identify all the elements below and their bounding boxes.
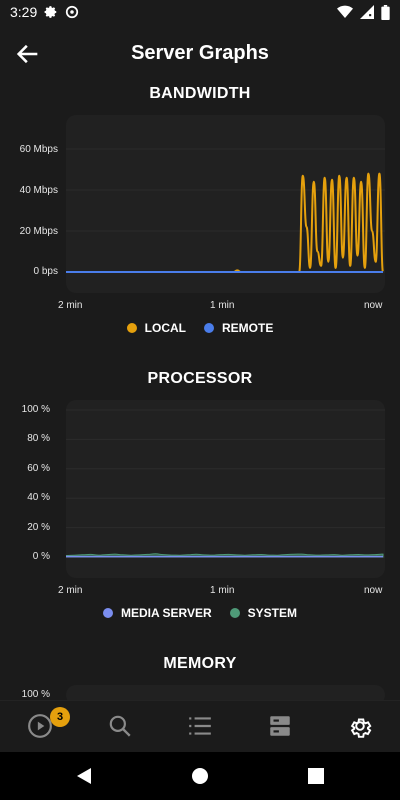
legend-dot	[102, 608, 113, 618]
legend-label: MEDIA SERVER	[120, 606, 212, 620]
bottom-nav: 3	[0, 700, 400, 753]
search-icon	[109, 715, 131, 737]
nav-settings[interactable]	[347, 713, 375, 741]
bandwidth-xtick: now	[364, 300, 383, 311]
processor-ytick: 80 %	[27, 433, 50, 444]
nav-search[interactable]	[107, 713, 135, 741]
now-playing-badge: 3	[50, 707, 70, 727]
bandwidth-xtick: 1 min	[210, 300, 235, 311]
page-title: Server Graphs	[131, 42, 269, 64]
processor-legend: MEDIA SERVER SYSTEM	[0, 606, 400, 620]
legend-label: SYSTEM	[247, 606, 298, 620]
legend-label: LOCAL	[144, 321, 186, 335]
memory-title: MEMORY	[163, 655, 237, 672]
wifi-icon	[337, 5, 353, 18]
memory-ytick: 100 %	[21, 689, 50, 700]
cellular-signal-icon	[360, 5, 374, 19]
bandwidth-xtick: 2 min	[58, 300, 83, 311]
back-triangle-icon	[77, 768, 91, 784]
system-nav-bar	[0, 752, 400, 800]
legend-label: REMOTE	[221, 321, 274, 335]
bandwidth-title: BANDWIDTH	[149, 85, 251, 102]
bandwidth-chart-plot	[66, 148, 385, 273]
legend-dot	[203, 323, 214, 333]
app-bar: Server Graphs	[0, 34, 400, 74]
home-circle-icon	[192, 768, 208, 784]
status-bar: 3:29	[0, 0, 400, 24]
legend-item-media-server: MEDIA SERVER	[102, 606, 212, 620]
bandwidth-ytick: 20 Mbps	[19, 226, 58, 237]
nav-server[interactable]	[267, 713, 295, 741]
bandwidth-chart	[66, 115, 385, 293]
list-icon	[189, 717, 211, 735]
processor-chart	[65, 400, 385, 578]
bandwidth-ytick: 0 bps	[33, 266, 58, 277]
processor-chart-plot	[65, 409, 385, 558]
processor-xtick: now	[364, 585, 383, 596]
series-line-local	[66, 172, 384, 273]
legend-dot	[126, 323, 137, 333]
battery-icon	[381, 4, 390, 20]
processor-ytick: 40 %	[27, 492, 50, 503]
processor-ytick: 60 %	[27, 463, 50, 474]
gear-icon	[44, 6, 57, 18]
legend-item-system: SYSTEM	[229, 606, 298, 620]
system-home-button[interactable]	[190, 766, 210, 786]
processor-ytick: 20 %	[27, 522, 50, 533]
server-icon	[270, 716, 290, 736]
processor-ytick: 100 %	[21, 404, 50, 415]
legend-item-remote: REMOTE	[203, 321, 274, 335]
processor-title: PROCESSOR	[147, 370, 253, 387]
system-recents-button[interactable]	[306, 766, 326, 786]
settings-icon	[350, 718, 372, 738]
legend-item-local: LOCAL	[126, 321, 186, 335]
processor-ytick: 0 %	[32, 551, 50, 562]
nav-list[interactable]	[187, 713, 215, 741]
at-sign-icon	[66, 5, 79, 19]
bandwidth-ytick: 60 Mbps	[19, 144, 58, 155]
status-time: 3:29	[10, 4, 38, 20]
recents-square-icon	[308, 768, 324, 784]
processor-xtick: 1 min	[210, 585, 235, 596]
system-back-button[interactable]	[74, 766, 94, 786]
bandwidth-ytick: 40 Mbps	[19, 185, 58, 196]
bandwidth-legend: LOCAL REMOTE	[0, 321, 400, 335]
processor-xtick: 2 min	[58, 585, 83, 596]
legend-dot	[229, 608, 240, 618]
